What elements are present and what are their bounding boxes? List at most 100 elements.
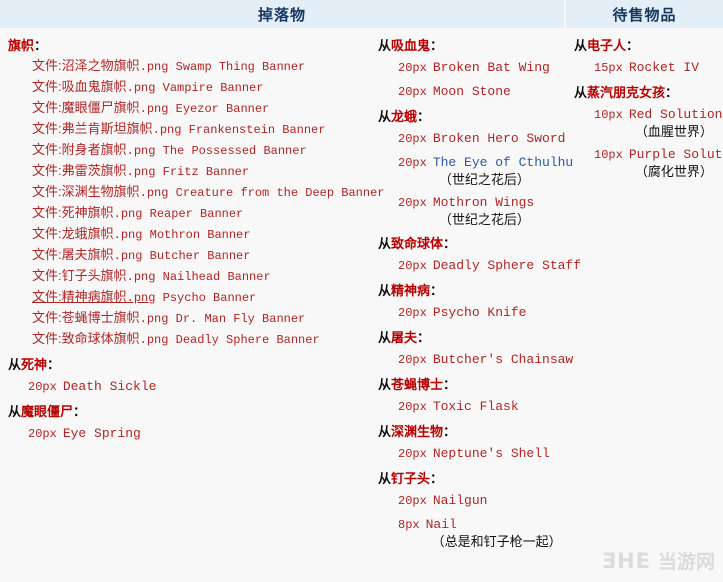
group-monster-name[interactable]: 吸血鬼 bbox=[391, 38, 430, 53]
file-link-2[interactable]: 文件:魔眼僵尸旗帜.png bbox=[32, 100, 168, 116]
file-link-name: 文件:深渊生物旗帜 bbox=[32, 184, 140, 199]
item-link-rocket-iv[interactable]: Rocket IV bbox=[629, 59, 699, 76]
item-link-nail[interactable]: Nail bbox=[426, 516, 562, 533]
item-link-neptune-s-shell[interactable]: Neptune's Shell bbox=[433, 445, 550, 462]
file-link-0[interactable]: 文件:沼泽之物旗帜.png bbox=[32, 58, 169, 74]
item-text-stack: Red Solution （血腥世界） bbox=[629, 106, 723, 141]
item-link-psycho-knife[interactable]: Psycho Knife bbox=[433, 304, 527, 321]
file-english-name: Nailhead Banner bbox=[155, 270, 271, 284]
item-link-moon-stone[interactable]: Moon Stone bbox=[433, 83, 511, 100]
group-monster-name[interactable]: 苍蝇博士 bbox=[391, 377, 443, 392]
file-english-name: Creature from the Deep Banner bbox=[168, 186, 385, 200]
item-size-label: 10px bbox=[594, 108, 623, 122]
item-link-deadly-sphere-staff[interactable]: Deadly Sphere Staff bbox=[433, 257, 581, 274]
group-heading-item: 从死神： bbox=[0, 356, 370, 373]
group-colon: ： bbox=[443, 424, 457, 439]
item-link-toxic-flask[interactable]: Toxic Flask bbox=[433, 398, 519, 415]
item-link-butcher-s-chainsaw[interactable]: Butcher's Chainsaw bbox=[433, 351, 573, 368]
group-monster-name[interactable]: 精神病 bbox=[391, 283, 430, 298]
file-row: 文件:精神病旗帜.png Psycho Banner bbox=[0, 287, 370, 308]
item-row: 20px Toxic Flask bbox=[370, 397, 566, 417]
group-monster-name[interactable]: 深渊生物 bbox=[391, 424, 443, 439]
file-link-12[interactable]: 文件:苍蝇博士旗帜.png bbox=[32, 310, 169, 326]
file-link-extension: .png bbox=[152, 123, 182, 137]
file-row: 文件:致命球体旗帜.png Deadly Sphere Banner bbox=[0, 329, 370, 350]
item-link-the-eye-of-cthulhu[interactable]: The Eye of Cthulhu bbox=[433, 154, 573, 171]
file-link-extension: .png bbox=[126, 81, 156, 95]
file-link-name: 文件:致命球体旗帜 bbox=[32, 331, 140, 346]
item-size-label: 20px bbox=[398, 306, 427, 320]
group-colon: ： bbox=[443, 236, 457, 251]
file-row: 文件:魔眼僵尸旗帜.png Eyezor Banner bbox=[0, 98, 370, 119]
item-note: （总是和钉子枪一起） bbox=[431, 534, 562, 549]
file-link-10[interactable]: 文件:钉子头旗帜.png bbox=[32, 268, 155, 284]
file-link-name: 文件:附身者旗帜 bbox=[32, 142, 127, 157]
file-link-9[interactable]: 文件:屠夫旗帜.png bbox=[32, 247, 142, 263]
item-link-red-solution[interactable]: Red Solution bbox=[629, 106, 723, 123]
group-heading-item: 从电子人： bbox=[566, 37, 723, 54]
group-monster-name[interactable]: 龙蛾 bbox=[391, 109, 417, 124]
file-link-name: 文件:弗兰肯斯坦旗帜 bbox=[32, 121, 153, 136]
item-row: 8px Nail （总是和钉子枪一起） bbox=[370, 515, 566, 551]
banners-heading-colon: ： bbox=[34, 38, 48, 53]
group-from-prefix: 从 bbox=[378, 236, 392, 251]
group-monster-name[interactable]: 致命球体 bbox=[391, 236, 443, 251]
group-monster-name[interactable]: 钉子头 bbox=[391, 471, 430, 486]
group-from-prefix: 从 bbox=[378, 377, 392, 392]
group-colon: ： bbox=[73, 404, 87, 419]
file-link-name: 文件:魔眼僵尸旗帜 bbox=[32, 100, 140, 115]
group-from-prefix: 从 bbox=[8, 404, 22, 419]
file-row: 文件:苍蝇博士旗帜.png Dr. Man Fly Banner bbox=[0, 308, 370, 329]
item-text-stack: Moon Stone bbox=[433, 83, 511, 100]
item-link-death-sickle[interactable]: Death Sickle bbox=[63, 378, 157, 395]
file-link-name: 文件:钉子头旗帜 bbox=[32, 268, 127, 283]
group-monster-name[interactable]: 屠夫 bbox=[391, 330, 417, 345]
item-row: 20px The Eye of Cthulhu （世纪之花后） bbox=[370, 153, 573, 189]
file-link-extension: .png bbox=[139, 60, 169, 74]
file-link-3[interactable]: 文件:弗兰肯斯坦旗帜.png bbox=[32, 121, 182, 137]
group-monster-name[interactable]: 魔眼僵尸 bbox=[21, 404, 73, 419]
item-link-nailgun[interactable]: Nailgun bbox=[433, 492, 488, 509]
file-link-13[interactable]: 文件:致命球体旗帜.png bbox=[32, 331, 168, 347]
file-link-1[interactable]: 文件:吸血鬼旗帜.png bbox=[32, 79, 156, 95]
item-text-stack: Deadly Sphere Staff bbox=[433, 257, 581, 274]
item-link-mothron-wings[interactable]: Mothron Wings bbox=[433, 194, 534, 211]
group-colon: ： bbox=[47, 357, 61, 372]
group-from-prefix: 从 bbox=[8, 357, 22, 372]
file-link-6[interactable]: 文件:深渊生物旗帜.png bbox=[32, 184, 168, 200]
file-english-name: Eyezor Banner bbox=[168, 102, 270, 116]
item-link-broken-bat-wing[interactable]: Broken Bat Wing bbox=[433, 59, 550, 76]
item-link-eye-spring[interactable]: Eye Spring bbox=[63, 425, 141, 442]
file-english-name: Swamp Thing Banner bbox=[168, 60, 306, 74]
group-heading-banners: 旗帜： bbox=[0, 37, 370, 54]
item-note: （世纪之花后） bbox=[438, 172, 530, 187]
file-link-11[interactable]: 文件:精神病旗帜.png bbox=[32, 289, 155, 305]
item-row: 20px Deadly Sphere Staff bbox=[370, 256, 581, 276]
group-colon: ： bbox=[626, 38, 640, 53]
group-heading-item: 从屠夫： bbox=[370, 329, 566, 346]
group-heading-item: 从致命球体： bbox=[370, 235, 566, 252]
file-link-5[interactable]: 文件:弗雷茨旗帜.png bbox=[32, 163, 155, 179]
item-link-purple-solution[interactable]: Purple Solution bbox=[629, 146, 723, 163]
file-row: 文件:弗雷茨旗帜.png Fritz Banner bbox=[0, 161, 370, 182]
file-link-8[interactable]: 文件:龙蛾旗帜.png bbox=[32, 226, 142, 242]
file-link-4[interactable]: 文件:附身者旗帜.png bbox=[32, 142, 155, 158]
group-monster-name[interactable]: 蒸汽朋克女孩 bbox=[587, 85, 665, 100]
group-colon: ： bbox=[665, 85, 679, 100]
file-link-7[interactable]: 文件:死神旗帜.png bbox=[32, 205, 142, 221]
group-monster-name[interactable]: 死神 bbox=[21, 357, 47, 372]
group-heading-item: 从龙蛾： bbox=[370, 108, 566, 125]
group-heading-item: 从苍蝇博士： bbox=[370, 376, 566, 393]
file-link-extension: .png bbox=[139, 312, 169, 326]
item-row: 20px Eye Spring bbox=[0, 424, 370, 444]
drops-title: 掉落物 bbox=[257, 6, 306, 24]
group-heading-item: 从精神病： bbox=[370, 282, 566, 299]
item-row: 20px Neptune's Shell bbox=[370, 444, 566, 464]
file-link-name: 文件:死神旗帜 bbox=[32, 205, 114, 220]
group-monster-name[interactable]: 电子人 bbox=[587, 38, 626, 53]
column-drops-items: 从吸血鬼： 20px Broken Bat Wing 20px Moon Stone 从龙… bbox=[370, 31, 581, 555]
group-from-prefix: 从 bbox=[378, 38, 392, 53]
item-size-label: 20px bbox=[28, 380, 57, 394]
group-colon: ： bbox=[430, 283, 444, 298]
item-link-broken-hero-sword[interactable]: Broken Hero Sword bbox=[433, 130, 566, 147]
